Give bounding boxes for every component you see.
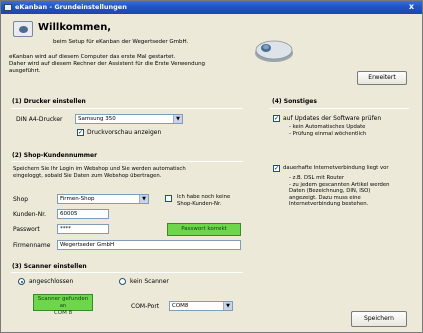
scanner-connected-label: angeschlossen (29, 278, 74, 285)
divider (11, 161, 243, 162)
no-customer-checkbox[interactable] (165, 195, 172, 202)
print-preview-label: Druckvorschau anzeigen (87, 129, 162, 136)
save-button[interactable]: Speichern (351, 311, 407, 327)
shop-selected: Firmen-Shop (60, 196, 95, 202)
scanner-none-label: kein Scanner (130, 278, 169, 285)
com-port-label: COM-Port (131, 303, 160, 310)
internet-note: Internetverbindung bestehen. (289, 201, 369, 207)
shop-section-title: (2) Shop-Kundennummer (12, 152, 98, 159)
content-area: Willkommen, beim Setup für eKanban der W… (1, 14, 422, 332)
updates-checkbox[interactable]: ✓ (273, 115, 280, 122)
expert-button[interactable]: Erweitert (357, 71, 407, 85)
printer-selected: Samsung 350 (78, 116, 116, 122)
shop-description-line: eingeloggt, sobald Sie Daten zum Webshop… (13, 172, 162, 179)
com-port-dropdown[interactable]: COM8 ▼ (169, 301, 233, 311)
printer-label: DIN A4-Drucker (16, 116, 63, 123)
ekanban-logo-icon (13, 21, 33, 37)
password-label: Passwort (13, 226, 40, 233)
divider (11, 272, 243, 273)
scanner-device-icon (255, 40, 293, 62)
internet-label: dauerhafte Internetverbindung liegt vor (283, 165, 389, 171)
shop-dropdown[interactable]: Firmen-Shop ▼ (57, 194, 149, 204)
scanner-section-title: (3) Scanner einstellen (12, 263, 87, 270)
printer-dropdown[interactable]: Samsung 350 ▼ (75, 114, 183, 124)
welcome-subtitle: beim Setup für eKanban der Wegertseder G… (53, 39, 189, 45)
chevron-down-icon: ▼ (173, 115, 182, 123)
company-label: Firmenname (13, 242, 51, 249)
intro-line: ausgeführt. (9, 68, 41, 74)
updates-note: - Prüfung einmal wöchentlich (289, 130, 367, 137)
chevron-down-icon: ▼ (223, 302, 232, 310)
printer-section-title: (1) Drucker einstellen (12, 98, 86, 105)
internet-checkbox[interactable]: ✓ (273, 165, 280, 172)
chevron-down-icon: ▼ (139, 195, 148, 203)
app-icon (4, 4, 12, 11)
password-input[interactable]: **** (57, 224, 109, 234)
internet-notes: - z.B. DSL mit Router - zu jedem gescann… (289, 175, 411, 208)
updates-label: auf Updates der Software prüfen (283, 115, 382, 122)
close-icon[interactable]: x (407, 3, 416, 12)
updates-note: - kein Automatisches Update (289, 124, 366, 130)
scanner-found-line: Scanner gefunden an (37, 296, 89, 309)
window-title: eKanban - Grundeinstellungen (15, 3, 127, 11)
company-input[interactable]: Wegertseder GmbH (57, 240, 241, 250)
shop-label: Shop (13, 196, 29, 203)
no-customer-label: Ich habe noch keine Shop-Kunden-Nr. (177, 194, 230, 207)
customer-no-input[interactable]: 60005 (57, 209, 109, 219)
no-customer-label-line: Shop-Kunden-Nr. (177, 200, 222, 207)
updates-notes: - kein Automatisches Update - Prüfung ei… (289, 124, 366, 137)
title-bar: eKanban - Grundeinstellungen x (1, 1, 422, 14)
scanner-found-status: Scanner gefunden an COM 8 (33, 294, 93, 316)
customer-no-label: Kunden-Nr. (13, 211, 47, 218)
no-customer-label-line: Ich habe noch keine (177, 194, 231, 200)
divider (11, 108, 243, 109)
divider (269, 108, 409, 109)
welcome-title: Willkommen, (38, 22, 112, 33)
other-section-title: (4) Sonstiges (272, 98, 317, 105)
password-status: Passwort korrekt (167, 223, 241, 236)
setup-window: eKanban - Grundeinstellungen x Willkomme… (0, 0, 423, 333)
print-preview-checkbox[interactable]: ✓ (77, 129, 84, 136)
scanner-found-line: COM 8 (53, 310, 73, 316)
scanner-connected-radio[interactable] (18, 278, 25, 285)
scanner-none-radio[interactable] (119, 278, 126, 285)
com-port-selected: COM8 (172, 303, 189, 309)
shop-description: Speichern Sie Ihr Login im Webshop und S… (13, 166, 243, 179)
